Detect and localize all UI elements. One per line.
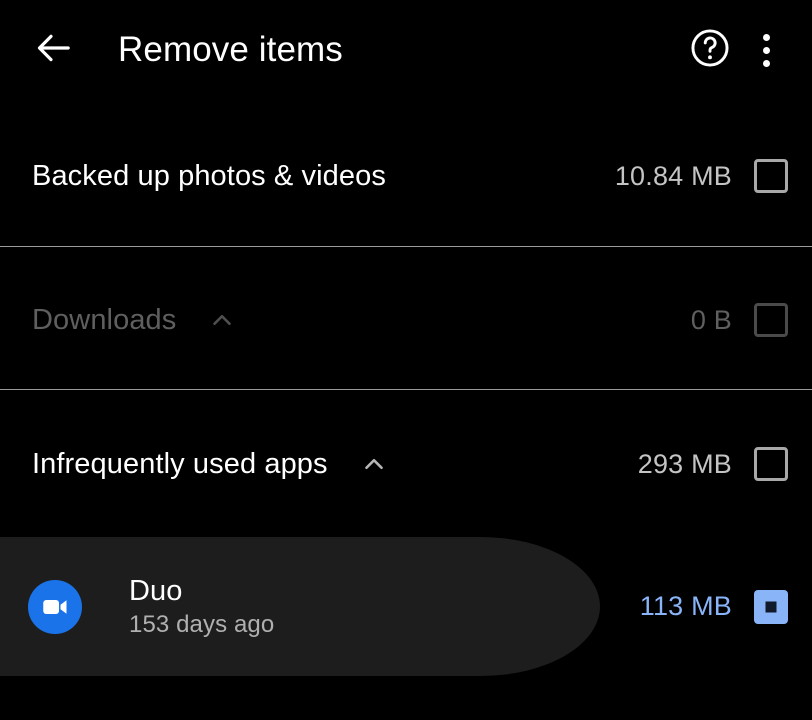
chevron-up-icon[interactable]: [204, 302, 240, 338]
app-size: 113 MB: [639, 591, 732, 621]
list-item-backed-up-photos-videos[interactable]: Backed up photos & videos 10.84 MB: [0, 148, 812, 204]
row-label: Backed up photos & videos: [32, 159, 386, 192]
page-title: Remove items: [118, 30, 343, 69]
app-checkbox[interactable]: [754, 589, 788, 624]
overflow-menu-button[interactable]: [738, 22, 794, 78]
list-item-downloads[interactable]: Downloads 0 B: [0, 292, 812, 348]
divider: [0, 246, 812, 247]
arrow-back-icon: [34, 28, 74, 73]
more-vertical-icon-dot: [762, 59, 770, 67]
row-label: Downloads: [32, 303, 177, 336]
row-checkbox[interactable]: [754, 303, 788, 337]
remove-items-screen: Remove items Backed up photos & videos 1…: [0, 0, 812, 720]
row-size: 10.84 MB: [614, 160, 732, 191]
help-button[interactable]: [682, 22, 738, 78]
row-size: 293 MB: [637, 448, 732, 479]
row-checkbox[interactable]: [754, 447, 788, 481]
row-checkbox[interactable]: [754, 159, 788, 193]
app-bar: Remove items: [0, 0, 812, 100]
app-text-block: Duo 153 days ago: [129, 573, 274, 641]
help-circle-icon: [688, 26, 732, 75]
list-item-infrequently-used-apps[interactable]: Infrequently used apps 293 MB: [0, 436, 812, 492]
app-list-item-duo[interactable]: Duo 153 days ago 113 MB: [0, 537, 812, 676]
row-size: 0 B: [690, 304, 732, 335]
chevron-up-icon[interactable]: [356, 446, 392, 482]
more-vertical-icon-dot: [762, 33, 770, 41]
divider: [0, 389, 812, 390]
duo-video-call-icon: [28, 579, 82, 634]
app-last-used: 153 days ago: [129, 610, 275, 638]
app-name: Duo: [129, 574, 183, 607]
more-vertical-icon-dot: [762, 46, 770, 54]
back-button[interactable]: [22, 18, 86, 82]
row-label: Infrequently used apps: [32, 447, 328, 480]
